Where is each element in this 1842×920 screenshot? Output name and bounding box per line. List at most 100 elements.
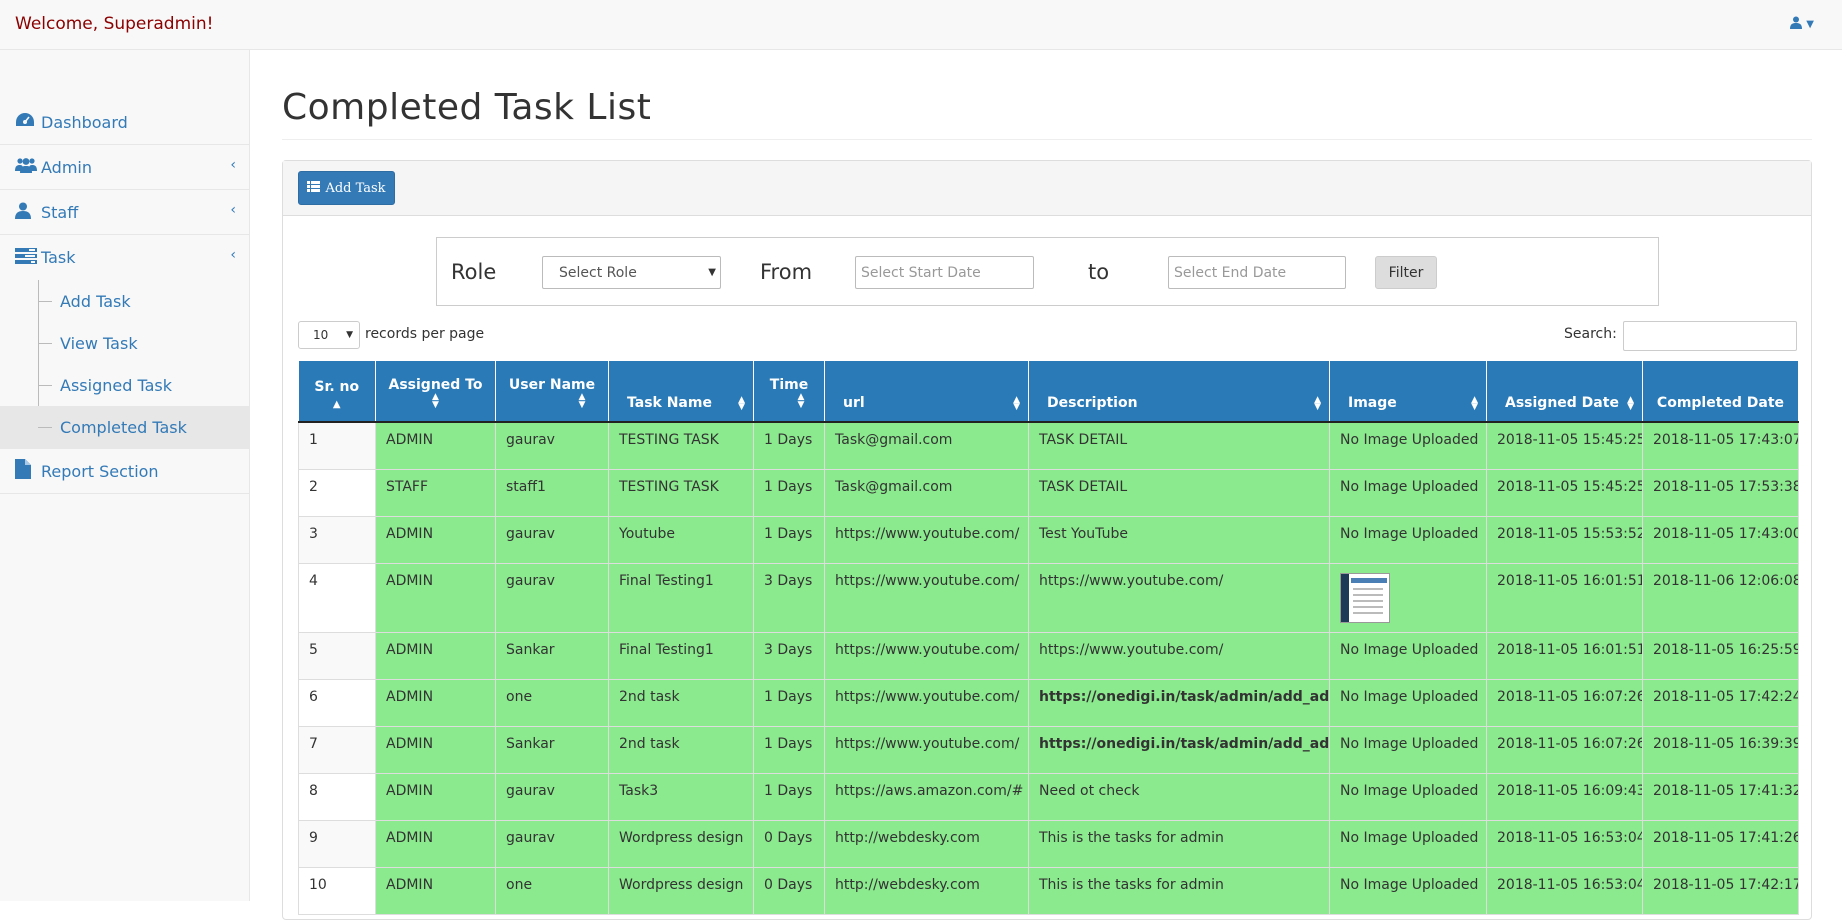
user-menu-toggle[interactable]: ▼	[1790, 16, 1814, 33]
column-label: url	[843, 395, 865, 411]
cell-description: https://onedigi.in/task/admin/add_admin	[1028, 678, 1330, 727]
users-icon	[15, 157, 37, 177]
column-header-time[interactable]: Time ▲ ▼	[753, 361, 825, 423]
cell-sr-no: 1	[298, 421, 376, 470]
list-icon	[307, 180, 321, 196]
cell-time: 1 Days	[753, 515, 825, 564]
column-header-assigned-date[interactable]: Assigned Date ▲ ▼	[1486, 361, 1643, 423]
cell-image: No Image Uploaded	[1329, 421, 1487, 470]
sidebar-item-report-section[interactable]: Report Section	[0, 449, 250, 494]
sidebar-item-staff[interactable]: Staff ‹	[0, 190, 250, 235]
to-label: to	[1088, 260, 1110, 284]
end-date-input[interactable]: Select End Date	[1168, 256, 1346, 289]
user-icon	[15, 202, 35, 223]
sidebar-item-label: Dashboard	[41, 112, 128, 132]
column-label: Assigned Date	[1505, 395, 1619, 411]
column-label: Completed Date	[1656, 395, 1785, 411]
add-task-button[interactable]: Add Task	[298, 171, 395, 205]
cell-user-name: gaurav	[495, 515, 609, 564]
cell-sr-no: 10	[298, 866, 376, 915]
task-panel: Add Task Role Select Role ▼ From Select …	[282, 160, 1812, 920]
cell-image: No Image Uploaded	[1329, 866, 1487, 915]
table-row: 1 ADMIN gaurav TESTING TASK 1 Days Task@…	[298, 421, 1799, 470]
cell-image: No Image Uploaded	[1329, 678, 1487, 727]
sidebar-item-task[interactable]: Task ‹	[0, 235, 250, 280]
cell-image: No Image Uploaded	[1329, 468, 1487, 517]
cell-description: Need ot check	[1028, 772, 1330, 821]
cell-description: TASK DETAIL	[1028, 468, 1330, 517]
sidebar-nav: Dashboard Admin ‹ Staff ‹ Task ‹ Add Tas…	[0, 100, 250, 494]
cell-description: https://onedigi.in/task/admin/add_admin	[1028, 725, 1330, 774]
cell-assigned-date: 2018-11-05 16:07:26	[1486, 678, 1643, 727]
cell-assigned-to: ADMIN	[375, 866, 496, 915]
sidebar-subitem-label: Add Task	[60, 291, 131, 311]
task-submenu: Add Task View Task Assigned Task Complet…	[0, 280, 250, 449]
cell-assigned-to: ADMIN	[375, 631, 496, 680]
sort-icon: ▲ ▼	[797, 392, 805, 410]
sidebar-item-label: Admin	[41, 157, 92, 177]
column-header-image[interactable]: Image ▲ ▼	[1329, 361, 1487, 423]
column-header-sr-no[interactable]: Sr. no ▲	[298, 361, 376, 423]
chevron-down-icon: ▼	[708, 267, 716, 278]
sort-icon: ▲ ▼	[738, 395, 745, 412]
cell-assigned-date: 2018-11-05 16:09:43	[1486, 772, 1643, 821]
cell-description: Test YouTube	[1028, 515, 1330, 564]
column-label: Description	[1047, 395, 1138, 411]
filter-button[interactable]: Filter	[1375, 256, 1437, 289]
sort-icon: ▲ ▼	[1013, 395, 1020, 412]
cell-image	[1329, 562, 1487, 633]
cell-assigned-to: ADMIN	[375, 819, 496, 868]
cell-assigned-date: 2018-11-05 16:53:04	[1486, 819, 1643, 868]
table-row: 8 ADMIN gaurav Task3 1 Days https://aws.…	[298, 772, 1799, 821]
sidebar-item-admin[interactable]: Admin ‹	[0, 145, 250, 190]
column-header-assigned-to[interactable]: Assigned To ▲ ▼	[375, 361, 496, 423]
sidebar-subitem-assigned-task[interactable]: Assigned Task	[0, 364, 250, 406]
welcome-text: Welcome, Superadmin!	[15, 14, 214, 34]
cell-user-name: gaurav	[495, 819, 609, 868]
sidebar-subitem-completed-task[interactable]: Completed Task	[0, 406, 250, 448]
cell-completed-date: 2018-11-05 16:39:39	[1642, 725, 1799, 774]
page-length-value: 10	[313, 328, 329, 342]
column-header-user-name[interactable]: User Name ▲ ▼	[495, 361, 609, 423]
sidebar-item-dashboard[interactable]: Dashboard	[0, 100, 250, 145]
sidebar-subitem-view-task[interactable]: View Task	[0, 322, 250, 364]
cell-user-name: one	[495, 678, 609, 727]
cell-completed-date: 2018-11-05 17:43:07	[1642, 421, 1799, 470]
completed-task-table: Sr. no ▲ Assigned To ▲ ▼ User Name ▲ ▼ Task N…	[298, 361, 1799, 915]
sidebar-subitem-add-task[interactable]: Add Task	[0, 280, 250, 322]
cell-completed-date: 2018-11-05 17:42:24	[1642, 678, 1799, 727]
cell-url: https://www.youtube.com/	[824, 515, 1029, 564]
cell-assigned-to: ADMIN	[375, 678, 496, 727]
cell-user-name: one	[495, 866, 609, 915]
task-image-thumbnail[interactable]	[1340, 572, 1390, 623]
column-header-url[interactable]: url ▲ ▼	[824, 361, 1029, 423]
page-length-select[interactable]: 10 ▼	[298, 321, 360, 349]
cell-completed-date: 2018-11-05 17:42:17	[1642, 866, 1799, 915]
sort-icon: ▲ ▼	[432, 392, 439, 410]
cell-description: This is the tasks for admin	[1028, 866, 1330, 915]
start-date-input[interactable]: Select Start Date	[855, 256, 1034, 289]
column-header-task-name[interactable]: Task Name ▲ ▼	[608, 361, 754, 423]
cell-user-name: staff1	[495, 468, 609, 517]
cell-completed-date: 2018-11-05 17:53:38	[1642, 468, 1799, 517]
cell-task-name: Wordpress design	[608, 819, 754, 868]
sidebar: Dashboard Admin ‹ Staff ‹ Task ‹ Add Tas…	[0, 50, 250, 901]
cell-url: https://aws.amazon.com/#	[824, 772, 1029, 821]
search-input[interactable]	[1623, 321, 1797, 351]
cell-sr-no: 2	[298, 468, 376, 517]
add-task-label: Add Task	[325, 180, 386, 196]
cell-assigned-to: ADMIN	[375, 421, 496, 470]
cell-assigned-date: 2018-11-05 16:07:26	[1486, 725, 1643, 774]
role-select-value: Select Role	[559, 264, 637, 281]
column-header-description[interactable]: Description ▲ ▼	[1028, 361, 1330, 423]
cell-task-name: TESTING TASK	[608, 468, 754, 517]
cell-sr-no: 7	[298, 725, 376, 774]
user-icon	[1790, 16, 1803, 29]
role-select[interactable]: Select Role ▼	[542, 256, 721, 289]
cell-task-name: Final Testing1	[608, 562, 754, 633]
cell-time: 3 Days	[753, 562, 825, 633]
page-length-label: records per page	[365, 326, 485, 342]
column-header-completed-date[interactable]: Completed Date	[1642, 361, 1799, 423]
cell-url: https://www.youtube.com/	[824, 678, 1029, 727]
table-body: 1 ADMIN gaurav TESTING TASK 1 Days Task@…	[298, 421, 1799, 915]
